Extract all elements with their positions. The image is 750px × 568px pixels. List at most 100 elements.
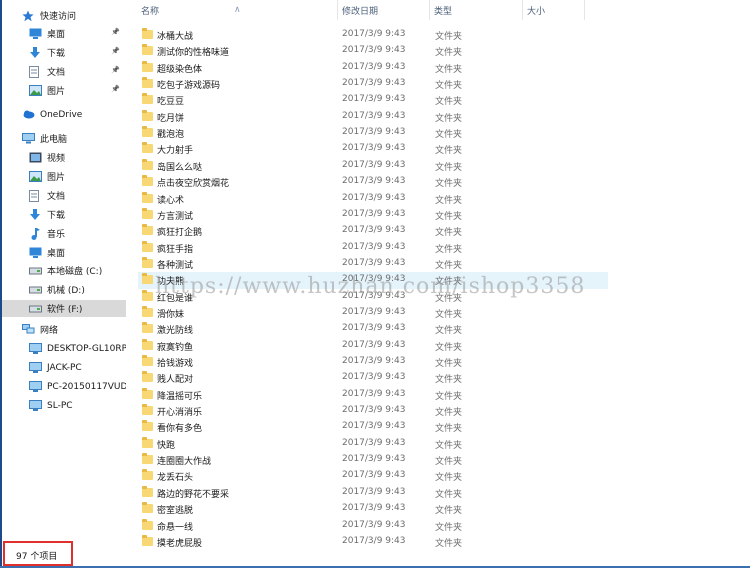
file-date: 2017/3/9 9:43 xyxy=(342,45,406,56)
column-date-label: 修改日期 xyxy=(342,6,379,17)
nav-item[interactable]: 图片 📌 xyxy=(2,82,126,99)
file-date: 2017/3/9 9:43 xyxy=(342,519,406,530)
file-row[interactable]: 测试你的性格味道 2017/3/9 9:43 文件夹 xyxy=(138,43,608,59)
file-row[interactable]: 超级染色体 2017/3/9 9:43 文件夹 xyxy=(138,60,608,76)
file-date: 2017/3/9 9:43 xyxy=(342,257,406,268)
nav-onedrive[interactable]: OneDrive xyxy=(22,106,146,123)
file-row[interactable]: 寂寞钓鱼 2017/3/9 9:43 文件夹 xyxy=(138,338,608,354)
drive-icon xyxy=(29,265,42,276)
nav-item[interactable]: 图片 xyxy=(2,168,126,185)
file-type: 文件夹 xyxy=(435,457,463,468)
nav-item[interactable]: 文档 xyxy=(2,187,126,204)
file-row[interactable]: 点击夜空欣赏烟花 2017/3/9 9:43 文件夹 xyxy=(138,174,608,190)
file-date: 2017/3/9 9:43 xyxy=(342,437,406,448)
file-row[interactable]: 快跑 2017/3/9 9:43 文件夹 xyxy=(138,436,608,452)
file-date: 2017/3/9 9:43 xyxy=(342,208,406,219)
column-header-type[interactable]: 类型 xyxy=(434,0,452,20)
file-type: 文件夹 xyxy=(435,506,463,517)
column-divider[interactable] xyxy=(584,0,585,20)
folder-icon xyxy=(142,191,153,203)
file-row[interactable]: 方言测试 2017/3/9 9:43 文件夹 xyxy=(138,207,608,223)
file-row[interactable]: 大力射手 2017/3/9 9:43 文件夹 xyxy=(138,141,608,157)
sort-chevron-icon: ∧ xyxy=(234,5,241,15)
file-name: 测试你的性格味道 xyxy=(157,48,230,59)
file-row[interactable]: 密室逃脱 2017/3/9 9:43 文件夹 xyxy=(138,501,608,517)
file-row[interactable]: 贱人配对 2017/3/9 9:43 文件夹 xyxy=(138,370,608,386)
nav-item[interactable]: JACK-PC xyxy=(2,359,126,376)
nav-item[interactable]: 下载 xyxy=(2,206,126,223)
file-row[interactable]: 吃豆豆 2017/3/9 9:43 文件夹 xyxy=(138,92,608,108)
column-name-label: 名称 xyxy=(141,6,160,17)
file-row[interactable]: 看你有多色 2017/3/9 9:43 文件夹 xyxy=(138,419,608,435)
file-name: 连圈圈大作战 xyxy=(157,457,212,468)
nav-item[interactable]: 音乐 xyxy=(2,225,126,242)
pin-icon[interactable]: 📌 xyxy=(111,28,120,36)
nav-label: 图片 xyxy=(47,87,66,97)
nav-item[interactable]: 机械 (D:) xyxy=(2,281,126,298)
file-date: 2017/3/9 9:43 xyxy=(342,306,406,317)
file-row[interactable]: 冰桶大战 2017/3/9 9:43 文件夹 xyxy=(138,27,608,43)
column-header-name[interactable]: 名称 xyxy=(141,0,159,20)
nav-network[interactable]: 网络 xyxy=(22,321,146,338)
pin-icon[interactable]: 📌 xyxy=(111,66,120,74)
file-date: 2017/3/9 9:43 xyxy=(342,159,406,170)
file-row[interactable]: 路边的野花不要采 2017/3/9 9:43 文件夹 xyxy=(138,485,608,501)
nav-item[interactable]: 本地磁盘 (C:) xyxy=(2,262,126,279)
file-row[interactable]: 岛国么么哒 2017/3/9 9:43 文件夹 xyxy=(138,158,608,174)
column-divider[interactable] xyxy=(337,0,338,20)
file-name: 戳泡泡 xyxy=(157,130,185,141)
computer-icon xyxy=(29,381,42,392)
file-row[interactable]: 吃包子游戏源码 2017/3/9 9:43 文件夹 xyxy=(138,76,608,92)
cloud-icon xyxy=(22,109,35,120)
file-row[interactable]: 各种测试 2017/3/9 9:43 文件夹 xyxy=(138,256,608,272)
file-row[interactable]: 疯狂打企鹅 2017/3/9 9:43 文件夹 xyxy=(138,223,608,239)
file-row[interactable]: 吃月饼 2017/3/9 9:43 文件夹 xyxy=(138,109,608,125)
column-header-date[interactable]: 修改日期 xyxy=(342,0,378,20)
file-type: 文件夹 xyxy=(435,391,463,402)
file-type: 文件夹 xyxy=(435,309,463,320)
nav-quick-access[interactable]: 快速访问 xyxy=(22,7,146,24)
file-row[interactable]: 开心消消乐 2017/3/9 9:43 文件夹 xyxy=(138,403,608,419)
file-row[interactable]: 疯狂手指 2017/3/9 9:43 文件夹 xyxy=(138,240,608,256)
file-row[interactable]: 命悬一线 2017/3/9 9:43 文件夹 xyxy=(138,518,608,534)
computer-icon xyxy=(29,400,42,411)
file-row[interactable]: 龙丢石头 2017/3/9 9:43 文件夹 xyxy=(138,468,608,484)
video-icon xyxy=(29,152,42,163)
drive-icon xyxy=(29,303,42,314)
column-divider[interactable] xyxy=(429,0,430,20)
nav-item[interactable]: PC-20150117VUD. xyxy=(2,378,126,395)
nav-item[interactable]: 桌面 xyxy=(2,244,126,261)
desktop-icon xyxy=(29,247,42,258)
file-row[interactable]: 滑你妹 2017/3/9 9:43 文件夹 xyxy=(138,305,608,321)
file-date: 2017/3/9 9:43 xyxy=(342,78,406,89)
folder-icon xyxy=(142,453,153,465)
file-type: 文件夹 xyxy=(435,81,463,92)
navigation-pane: 快速访问 桌面 📌 下载 📌 文档 📌 图片 📌 OneDrive 此电脑 视频 图片 文档 下载音… xyxy=(2,0,128,540)
nav-item[interactable]: 视频 xyxy=(2,149,126,166)
file-row[interactable]: 读心术 2017/3/9 9:43 文件夹 xyxy=(138,191,608,207)
column-type-label: 类型 xyxy=(434,6,453,17)
folder-icon xyxy=(142,77,153,89)
file-row[interactable]: 戳泡泡 2017/3/9 9:43 文件夹 xyxy=(138,125,608,141)
column-divider[interactable] xyxy=(522,0,523,20)
folder-icon xyxy=(142,256,153,268)
pin-icon[interactable]: 📌 xyxy=(111,47,120,55)
nav-item[interactable]: 软件 (F:) xyxy=(2,300,126,318)
file-type: 文件夹 xyxy=(435,375,463,386)
nav-this-pc[interactable]: 此电脑 xyxy=(22,130,146,147)
nav-item[interactable]: 桌面 📌 xyxy=(2,25,126,42)
nav-item[interactable]: DESKTOP-GL10RP xyxy=(2,340,126,357)
file-row[interactable]: 降温摇可乐 2017/3/9 9:43 文件夹 xyxy=(138,387,608,403)
nav-item[interactable]: SL-PC xyxy=(2,397,126,414)
column-header-size[interactable]: 大小 xyxy=(527,0,545,20)
file-row[interactable]: 拾钱游戏 2017/3/9 9:43 文件夹 xyxy=(138,354,608,370)
nav-item[interactable]: 下载 📌 xyxy=(2,44,126,61)
file-row[interactable]: 激光防线 2017/3/9 9:43 文件夹 xyxy=(138,321,608,337)
nav-label: 软件 (F:) xyxy=(47,305,83,316)
folder-icon xyxy=(142,322,153,334)
file-row[interactable]: 连圈圈大作战 2017/3/9 9:43 文件夹 xyxy=(138,452,608,468)
picture-icon xyxy=(29,85,42,96)
pin-icon[interactable]: 📌 xyxy=(111,85,120,93)
nav-item[interactable]: 文档 📌 xyxy=(2,63,126,80)
document-icon xyxy=(29,189,42,202)
